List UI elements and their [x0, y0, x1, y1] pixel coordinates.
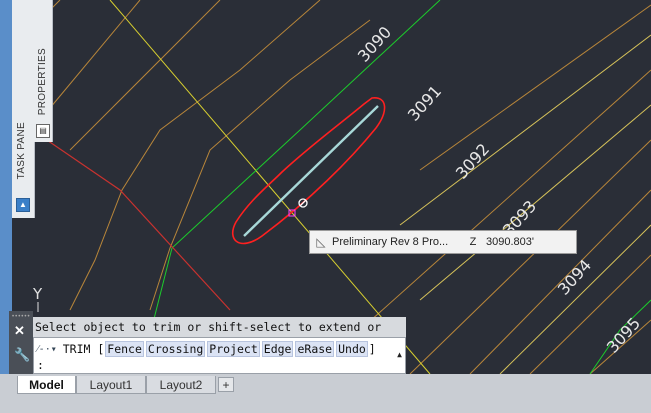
tab-layout2[interactable]: Layout2	[146, 376, 216, 394]
ucs-y-label: Y	[32, 285, 43, 303]
surface-icon: ◺	[316, 235, 326, 249]
properties-icon[interactable]: ▤	[36, 124, 50, 138]
contour-line	[419, 4, 651, 171]
contour-3092	[419, 104, 651, 301]
close-icon[interactable]: ✕	[14, 323, 25, 339]
selected-polyline[interactable]	[243, 105, 379, 237]
contour-line	[69, 0, 321, 311]
contour-label: 3090	[354, 23, 395, 66]
contour-label: 3095	[603, 314, 644, 357]
contour-label: 3091	[404, 82, 445, 125]
tab-layout1[interactable]: Layout1	[76, 376, 146, 394]
contour-label: 3092	[452, 140, 493, 183]
option-crossing[interactable]: Crossing	[145, 341, 206, 357]
tooltip-object-name: Preliminary Rev 8 Pro...	[332, 236, 449, 248]
task-pane-label[interactable]: TASK PANE	[16, 122, 27, 179]
contour-label: 3094	[554, 256, 595, 299]
contour-line	[149, 19, 371, 311]
layout-tab-bar: Model Layout1 Layout2 +	[0, 374, 651, 413]
properties-label[interactable]: PROPERTIES	[37, 48, 48, 115]
option-project[interactable]: Project	[207, 341, 260, 357]
add-layout-button[interactable]: +	[218, 377, 234, 392]
tooltip-z-value: 3090.803'	[486, 236, 534, 248]
customize-wrench-icon[interactable]: 🔧	[14, 347, 30, 363]
tab-model[interactable]: Model	[17, 376, 76, 394]
command-close-bracket: ]	[368, 342, 376, 356]
task-pane-palette[interactable]: TASK PANE ▲	[12, 0, 35, 218]
option-edge[interactable]: Edge	[261, 341, 294, 357]
history-up-arrow-icon[interactable]: ▲	[397, 350, 402, 359]
command-prompt: :	[37, 358, 44, 372]
command-line-sidebar: •••••• ✕ 🔧	[9, 311, 33, 374]
command-line-window[interactable]: •••••• ✕ 🔧 Select object to trim or shif…	[9, 311, 406, 374]
properties-palette[interactable]: PROPERTIES ▤	[34, 0, 53, 142]
civil-logo-icon[interactable]: ▲	[16, 198, 30, 212]
command-name: TRIM [	[62, 342, 105, 356]
command-input[interactable]: ⁄-·▾ TRIM [ Fence Crossing Project Edge …	[33, 337, 406, 374]
command-history: Select object to trim or shift-select to…	[33, 317, 406, 337]
tooltip-z-label: Z	[469, 236, 477, 248]
option-fence[interactable]: Fence	[105, 341, 144, 357]
rollover-tooltip: ◺ Preliminary Rev 8 Pro... Z 3090.803'	[309, 230, 577, 254]
command-icon[interactable]: ⁄-·▾	[37, 344, 57, 355]
drag-grip-icon[interactable]: ••••••	[12, 314, 30, 320]
contour-line	[69, 0, 221, 151]
option-undo[interactable]: Undo	[336, 341, 368, 357]
option-erase[interactable]: eRase	[295, 341, 335, 357]
